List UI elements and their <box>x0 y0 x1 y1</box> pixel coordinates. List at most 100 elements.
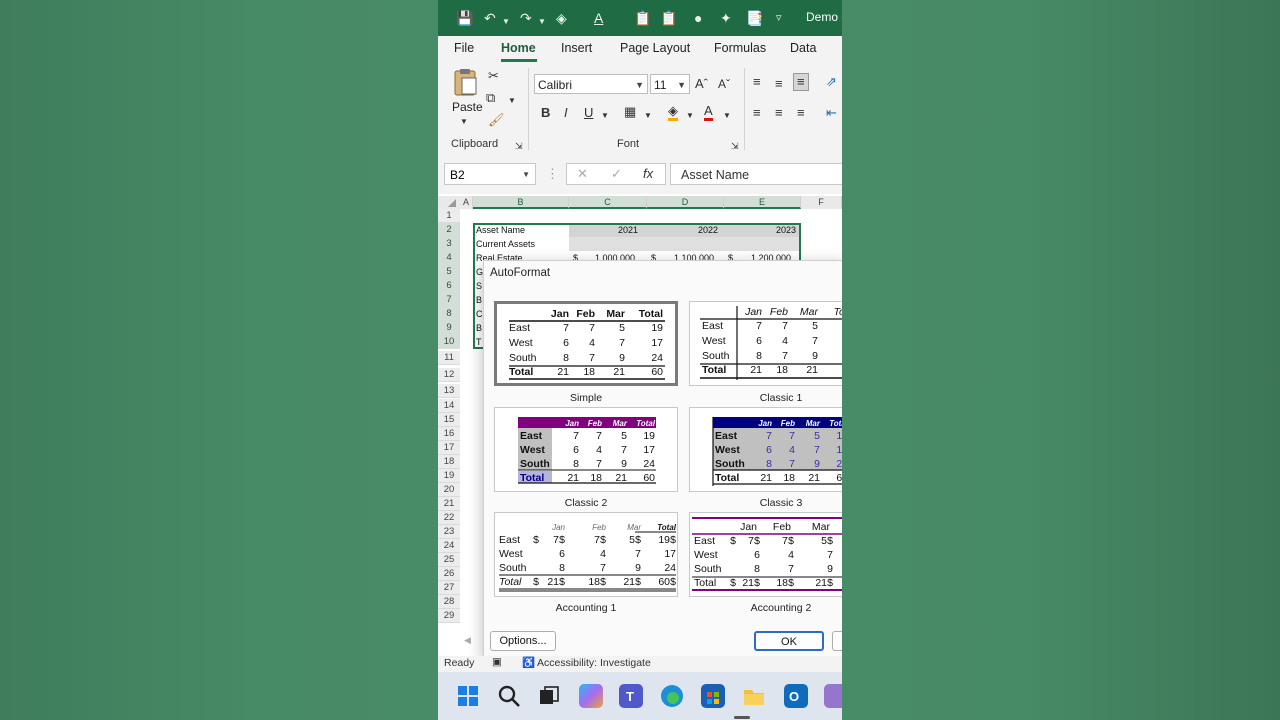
fill-color-dropdown-icon[interactable]: ▼ <box>686 108 694 124</box>
row-header[interactable]: 23 <box>438 525 460 539</box>
tab-home[interactable]: Home <box>501 41 536 55</box>
outlook-icon[interactable]: O <box>784 684 808 708</box>
paste-qat-icon[interactable]: 📋 <box>634 9 651 27</box>
accessibility-icon[interactable]: ♿ <box>522 656 535 669</box>
row-header[interactable]: 7 <box>438 293 460 307</box>
edge-icon[interactable] <box>660 684 684 708</box>
row-header[interactable]: 17 <box>438 441 460 455</box>
align-left-icon[interactable]: ≡ <box>753 105 761 121</box>
row-header[interactable]: 21 <box>438 497 460 511</box>
row-header[interactable]: 11 <box>438 351 460 365</box>
options-button[interactable]: Options... <box>490 631 556 651</box>
format-sample-accounting-1[interactable]: Jan Feb Mar Total East 7 $7 $5 $19 $ $ West 6 4 7 17 Sou… <box>494 512 678 597</box>
font-color-icon[interactable]: A <box>594 9 603 27</box>
cut-icon[interactable]: ✂ <box>488 68 499 84</box>
align-center-icon[interactable]: ≡ <box>775 105 783 121</box>
align-right-icon[interactable]: ≡ <box>797 105 805 121</box>
borders-dropdown-icon[interactable]: ▼ <box>644 108 652 124</box>
cell-b9[interactable]: B <box>476 321 482 335</box>
orientation-icon[interactable]: ⇗ <box>826 74 837 90</box>
row-header[interactable]: 24 <box>438 539 460 553</box>
row-header[interactable]: 15 <box>438 413 460 427</box>
task-view-icon[interactable] <box>537 684 561 708</box>
align-middle-icon[interactable]: ≡ <box>775 76 783 92</box>
macro-record-icon[interactable]: ▣ <box>492 656 502 668</box>
tab-data[interactable]: Data <box>790 41 816 55</box>
row-header[interactable]: 22 <box>438 511 460 525</box>
redo-icon[interactable]: ↷ <box>520 9 532 27</box>
insert-function-icon[interactable]: fx <box>643 166 653 182</box>
file-explorer-icon[interactable] <box>742 684 766 708</box>
cell-c2[interactable]: 2021 <box>618 223 638 237</box>
copy-dropdown-icon[interactable]: ▼ <box>508 93 516 109</box>
cell-d2[interactable]: 2022 <box>698 223 718 237</box>
decrease-font-icon[interactable]: Aˇ <box>718 76 730 92</box>
column-header[interactable]: E <box>724 196 801 209</box>
chevron-down-icon[interactable]: ▼ <box>522 164 530 186</box>
cell-b5[interactable]: G <box>476 265 483 279</box>
column-header[interactable]: D <box>647 196 724 209</box>
row-header[interactable]: 10 <box>438 335 460 349</box>
copy-icon[interactable]: ⧉ <box>486 90 495 106</box>
customize-qat-icon[interactable]: ▿ <box>776 9 782 27</box>
status-accessibility[interactable]: Accessibility: Investigate <box>537 657 651 669</box>
autoformat-qat-icon[interactable]: 📑 <box>746 9 763 27</box>
paste-icon[interactable] <box>452 68 480 98</box>
fill-color-icon[interactable]: ◈ <box>556 9 567 27</box>
row-header[interactable]: 5 <box>438 265 460 279</box>
italic-icon[interactable]: I <box>564 105 568 121</box>
app-icon[interactable] <box>824 684 842 708</box>
paste-dropdown-icon[interactable]: ▼ <box>460 114 468 130</box>
increase-font-icon[interactable]: Aˆ <box>695 76 708 92</box>
cell-b8[interactable]: C <box>476 307 483 321</box>
tab-file[interactable]: File <box>454 41 474 55</box>
row-header[interactable]: 19 <box>438 469 460 483</box>
format-sample-accounting-2[interactable]: Jan Feb Mar Total East 7 $7 $5 $19 $ $ West 6 4 7 17 Sou… <box>689 512 842 597</box>
decrease-indent-icon[interactable]: ⇤ <box>826 105 837 121</box>
row-header[interactable]: 8 <box>438 307 460 321</box>
scroll-left-icon[interactable]: ◀ <box>464 632 471 648</box>
row-header[interactable]: 14 <box>438 399 460 413</box>
row-header[interactable]: 13 <box>438 384 460 398</box>
row-header[interactable]: 27 <box>438 581 460 595</box>
column-header[interactable]: F <box>801 196 842 209</box>
underline-icon[interactable]: U <box>584 105 593 121</box>
borders-icon[interactable]: ▦ <box>624 104 636 120</box>
cancel-button[interactable] <box>832 631 842 651</box>
row-header[interactable]: 12 <box>438 368 460 382</box>
row-header[interactable]: 29 <box>438 609 460 623</box>
row-header[interactable]: 9 <box>438 321 460 335</box>
format-sample-classic-1[interactable]: Jan Feb Mar Total East 7 7 5 19 West 6 4 7 17 South 8 7 9… <box>689 301 842 386</box>
cancel-icon[interactable]: ✕ <box>577 166 588 182</box>
bold-icon[interactable]: B <box>541 105 550 121</box>
column-header[interactable]: C <box>569 196 647 209</box>
clipboard-launcher-icon[interactable]: ⇲ <box>515 138 523 154</box>
tab-page-layout[interactable]: Page Layout <box>620 41 690 55</box>
font-size-select[interactable]: 11 ▼ <box>650 74 690 94</box>
row-header[interactable]: 4 <box>438 251 460 265</box>
fill-color-icon[interactable]: ◈ <box>668 104 678 121</box>
store-icon[interactable] <box>701 684 725 708</box>
align-top-icon[interactable]: ≡ <box>753 74 761 90</box>
row-header[interactable]: 28 <box>438 595 460 609</box>
format-sample-classic-2[interactable]: Jan Feb Mar Total East 7 7 5 19 West 6 4 7 17 South 8 7 9… <box>494 407 678 492</box>
column-header[interactable]: B <box>473 196 569 209</box>
format-sample-classic-3[interactable]: Jan Feb Mar Total East 7 7 5 19 West 6 4 7 17 South 8 7 9… <box>689 407 842 492</box>
cell-e2[interactable]: 2023 <box>776 223 796 237</box>
row-header[interactable]: 20 <box>438 483 460 497</box>
font-color-icon[interactable]: A <box>704 104 713 121</box>
align-bottom-icon[interactable]: ≡ <box>793 73 809 91</box>
redo-dropdown-icon[interactable]: ▼ <box>538 13 546 31</box>
cell-b3[interactable]: Current Assets <box>476 237 535 251</box>
cell-b6[interactable]: S <box>476 279 482 293</box>
paste-label[interactable]: Paste <box>452 100 483 114</box>
row-header[interactable]: 16 <box>438 427 460 441</box>
save-icon[interactable]: 💾 <box>456 9 473 27</box>
font-launcher-icon[interactable]: ⇲ <box>731 138 739 154</box>
formula-input[interactable]: Asset Name <box>670 163 842 185</box>
cell-b10[interactable]: T <box>476 335 482 349</box>
column-header[interactable]: A <box>460 196 473 209</box>
font-color-dropdown-icon[interactable]: ▼ <box>723 108 731 124</box>
tab-insert[interactable]: Insert <box>561 41 592 55</box>
copilot-icon[interactable] <box>579 684 603 708</box>
